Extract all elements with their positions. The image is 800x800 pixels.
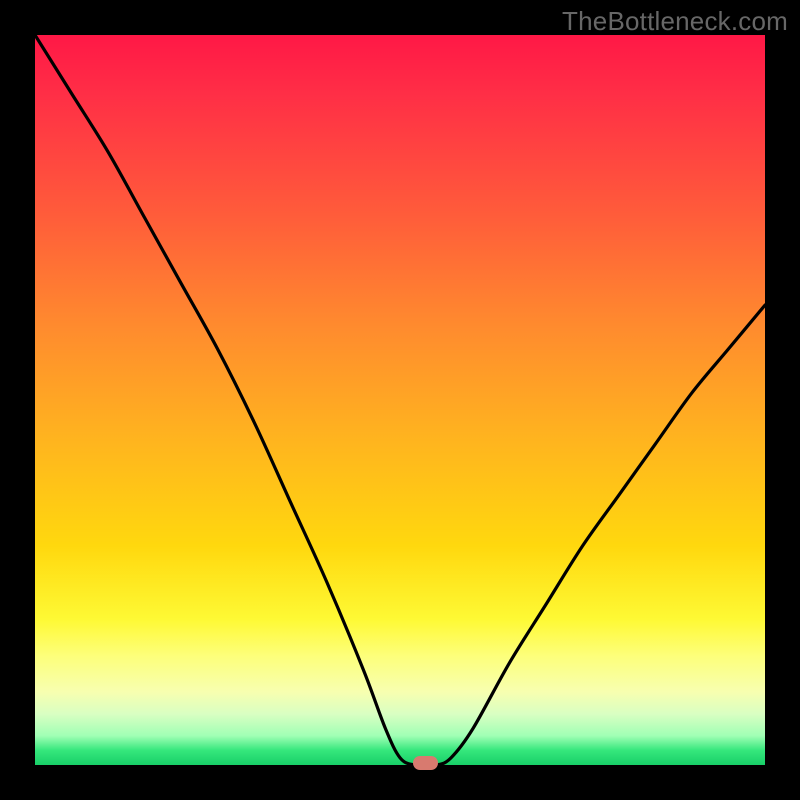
v-marker <box>413 756 439 769</box>
watermark-text: TheBottleneck.com <box>562 6 788 37</box>
curve-svg <box>35 35 765 765</box>
curve-path <box>35 35 765 765</box>
chart-frame: TheBottleneck.com <box>0 0 800 800</box>
plot-area <box>35 35 765 765</box>
